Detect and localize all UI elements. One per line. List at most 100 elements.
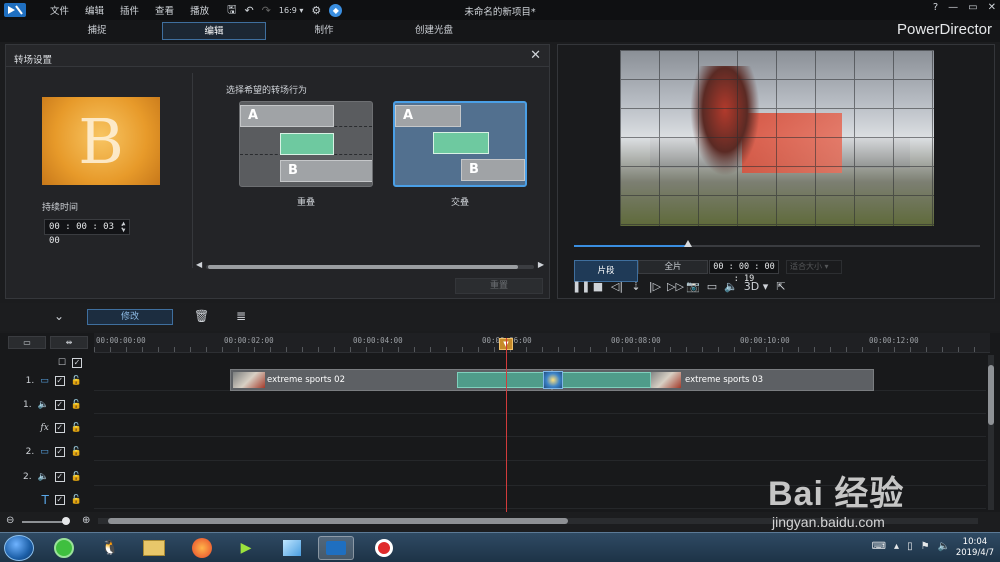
lock-icon[interactable]: 🔓 xyxy=(71,400,82,410)
option-cross[interactable]: A B xyxy=(393,101,527,187)
menu-view[interactable]: 查看 xyxy=(147,3,182,17)
menu-plugins[interactable]: 插件 xyxy=(112,3,147,17)
expand-icon[interactable]: ⌄ xyxy=(54,309,64,323)
next-frame-icon[interactable]: |▷ xyxy=(648,280,662,293)
notes-app-icon[interactable] xyxy=(274,536,310,560)
zoom-in-icon[interactable]: ⊕ xyxy=(82,515,90,526)
fit-timeline-icon[interactable]: ⇹ xyxy=(50,336,88,349)
powerdirector-taskbar-icon[interactable] xyxy=(318,536,354,560)
fit-size-dropdown[interactable]: 适合大小 ▾ xyxy=(786,260,842,274)
track-manager-icon[interactable]: ▭ xyxy=(8,336,46,349)
track-enable-checkbox[interactable]: ✓ xyxy=(72,358,82,368)
option-overlap[interactable]: A B xyxy=(239,101,373,187)
playhead[interactable] xyxy=(506,338,507,533)
transition-icon[interactable] xyxy=(543,371,563,389)
ruler-label: 00:00:12:00 xyxy=(869,336,919,345)
keyboard-icon[interactable]: ⌨ xyxy=(872,541,886,552)
hscroll-thumb[interactable] xyxy=(108,518,568,524)
media-app-icon[interactable]: ▶ xyxy=(228,536,264,560)
lock-icon[interactable]: 🔓 xyxy=(71,423,82,433)
preview-timecode[interactable]: 00 : 00 : 00 : 19 xyxy=(709,260,779,284)
display-icon[interactable]: ▭ xyxy=(705,280,719,293)
panel-title: 转场设置 xyxy=(14,55,53,66)
network-icon[interactable]: ▯ xyxy=(907,541,913,552)
redo-icon[interactable]: ↷ xyxy=(262,4,271,17)
undo-icon[interactable]: ↶ xyxy=(244,4,253,17)
prev-frame-icon[interactable]: ◁| xyxy=(610,280,624,293)
undock-icon[interactable]: ⇱ xyxy=(774,280,788,293)
lock-icon[interactable]: 🔓 xyxy=(71,376,82,386)
delete-icon[interactable]: 🗑 xyxy=(194,309,209,323)
tab-edit[interactable]: 编辑 xyxy=(162,22,266,40)
start-button[interactable] xyxy=(4,535,34,561)
system-clock[interactable]: 10:04 2019/4/7 xyxy=(956,537,994,559)
timeline-ruler[interactable]: 00:00:00:00 00:00:02:00 00:00:04:00 00:0… xyxy=(94,333,990,353)
spin-arrows-icon[interactable]: ▲ ▼ xyxy=(119,220,128,234)
menu-edit[interactable]: 编辑 xyxy=(77,3,112,17)
qq-icon[interactable]: 🐧 xyxy=(92,536,128,560)
scrubber-knob[interactable] xyxy=(683,240,692,247)
tab-capture[interactable]: 捕捉 xyxy=(45,22,149,40)
record-icon[interactable] xyxy=(366,536,402,560)
track-enable-checkbox[interactable]: ✓ xyxy=(54,495,65,505)
track-enable-checkbox[interactable]: ✓ xyxy=(54,423,65,433)
stop-icon[interactable]: ■ xyxy=(591,280,605,293)
lock-icon[interactable]: 🔓 xyxy=(71,472,82,482)
overlap-region xyxy=(280,133,334,155)
zoom-out-icon[interactable]: ⊖ xyxy=(6,515,14,526)
lock-icon[interactable]: 🔓 xyxy=(71,447,82,457)
modify-button[interactable]: 修改 xyxy=(87,309,173,325)
fx-track[interactable] xyxy=(94,415,986,437)
scroll-thumb[interactable] xyxy=(208,265,518,269)
track-enable-checkbox[interactable]: ✓ xyxy=(54,376,65,386)
window-controls: ? — ▭ ✕ xyxy=(933,2,996,13)
volume-icon[interactable]: 🔈 xyxy=(724,280,738,293)
speaker-icon[interactable]: 🔈 xyxy=(938,541,950,552)
fast-forward-icon[interactable]: ▷▷ xyxy=(667,280,684,293)
duration-field[interactable]: 00 : 00 : 03 : 00 ▲ ▼ xyxy=(44,219,130,246)
options-scrollbar[interactable]: ◀ ▶ xyxy=(196,260,544,272)
close-icon[interactable]: ✕ xyxy=(530,48,541,63)
minimize-icon[interactable]: — xyxy=(948,2,958,13)
title-track[interactable] xyxy=(94,487,986,509)
folder-icon[interactable] xyxy=(136,536,172,560)
firefox-icon[interactable] xyxy=(184,536,220,560)
track-enable-checkbox[interactable]: ✓ xyxy=(54,400,65,410)
help-icon[interactable]: ? xyxy=(933,2,938,13)
movie-mode-button[interactable]: 全片 xyxy=(638,260,708,274)
list-icon[interactable]: ≣ xyxy=(236,309,246,323)
track-enable-checkbox[interactable]: ✓ xyxy=(54,472,65,482)
audio-track-2[interactable] xyxy=(94,464,986,486)
tab-produce[interactable]: 制作 xyxy=(272,22,376,40)
scroll-right-icon[interactable]: ▶ xyxy=(538,260,544,269)
menu-file[interactable]: 文件 xyxy=(42,3,77,17)
preview-scrubber[interactable] xyxy=(574,240,980,247)
tab-create-disc[interactable]: 创建光盘 xyxy=(382,22,486,40)
pause-icon[interactable]: ❚❚ xyxy=(572,280,590,293)
vscroll-thumb[interactable] xyxy=(988,365,994,425)
clip-mode-button[interactable]: 片段 xyxy=(574,260,638,282)
app-360-icon[interactable] xyxy=(46,536,82,560)
timeline-vscroll[interactable] xyxy=(988,355,994,510)
track-enable-checkbox[interactable]: ✓ xyxy=(54,447,65,457)
reset-button[interactable]: 重置 xyxy=(455,278,543,294)
zoom-slider-knob[interactable] xyxy=(62,517,70,525)
menu-playback[interactable]: 播放 xyxy=(182,3,217,17)
settings-icon[interactable]: ⚙ xyxy=(311,4,321,17)
video-track-1[interactable]: extreme sports 02 extreme sports 03 xyxy=(94,369,986,391)
timeline-hscroll[interactable] xyxy=(98,518,978,524)
flag-icon[interactable]: ⚑ xyxy=(921,541,930,552)
snapshot-icon[interactable]: 📷 xyxy=(686,280,700,293)
aspect-ratio-icon[interactable]: 16:9 ▾ xyxy=(279,6,304,15)
lock-icon[interactable]: 🔓 xyxy=(71,495,82,505)
tray-arrow-icon[interactable]: ▴ xyxy=(894,541,899,552)
3d-mode-icon[interactable]: 3D ▾ xyxy=(743,280,769,293)
save-icon[interactable]: 🖫 xyxy=(227,1,236,20)
mark-icon[interactable]: ⇣ xyxy=(629,280,643,293)
close-icon[interactable]: ✕ xyxy=(988,2,996,13)
restore-icon[interactable]: ▭ xyxy=(968,2,977,13)
scroll-left-icon[interactable]: ◀ xyxy=(196,260,202,269)
video-track-2[interactable] xyxy=(94,439,986,461)
audio-track-1[interactable] xyxy=(94,392,986,414)
cloud-icon[interactable]: ◆ xyxy=(329,3,343,17)
